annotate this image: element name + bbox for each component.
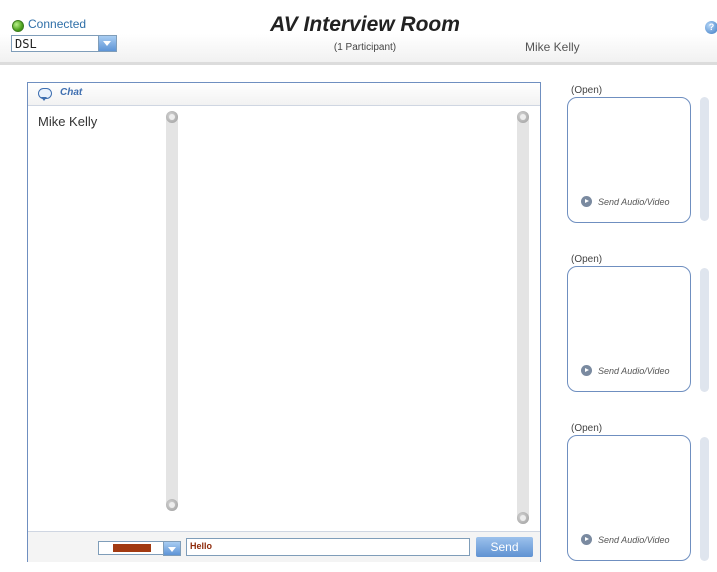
chat-input-bar: Hello Send	[28, 531, 540, 562]
video-slot-2-scrollbar[interactable]	[700, 268, 709, 392]
send-av-icon[interactable]	[581, 534, 592, 545]
send-button[interactable]: Send	[476, 537, 533, 557]
video-slot-2-label: (Open)	[571, 254, 603, 265]
send-av-link-1[interactable]: Send Audio/Video	[598, 197, 670, 207]
text-color-select[interactable]	[98, 541, 166, 555]
connection-speed-select[interactable]: DSL	[11, 35, 117, 52]
scroll-up-icon[interactable]	[166, 111, 178, 123]
video-slot-1-label: (Open)	[571, 85, 603, 96]
chevron-down-icon[interactable]	[163, 541, 181, 556]
send-av-link-3[interactable]: Send Audio/Video	[598, 535, 670, 545]
current-user-name: Mike Kelly	[525, 40, 580, 54]
text-color-swatch	[113, 544, 151, 552]
chat-panel-header: Chat	[28, 83, 540, 106]
video-slot-3-scrollbar[interactable]	[700, 437, 709, 561]
connection-speed-value: DSL	[15, 37, 37, 51]
chat-bubble-icon	[38, 88, 52, 101]
send-av-link-2[interactable]: Send Audio/Video	[598, 366, 670, 376]
send-av-icon[interactable]	[581, 365, 592, 376]
send-av-icon[interactable]	[581, 196, 592, 207]
chat-title: Chat	[60, 87, 83, 98]
scroll-down-icon[interactable]	[166, 499, 178, 511]
video-slot-3-label: (Open)	[571, 423, 603, 434]
scroll-up-icon[interactable]	[517, 111, 529, 123]
connected-status-icon	[12, 20, 24, 32]
participant-list-item[interactable]: Mike Kelly	[38, 114, 97, 129]
chat-message-input[interactable]: Hello	[186, 538, 470, 556]
help-icon[interactable]: ?	[705, 21, 717, 34]
participant-list-scrollbar[interactable]	[166, 111, 178, 511]
video-slot-1-scrollbar[interactable]	[700, 97, 709, 221]
scroll-down-icon[interactable]	[517, 512, 529, 524]
chevron-down-icon[interactable]	[98, 36, 116, 51]
room-title: AV Interview Room	[270, 13, 460, 36]
chat-messages-scrollbar[interactable]	[517, 111, 529, 524]
chat-panel: Chat Mike Kelly Hello Send	[27, 82, 541, 562]
participant-count: (1 Participant)	[333, 42, 397, 53]
chat-message-text: Hello	[190, 541, 213, 551]
connection-status: Connected	[28, 17, 87, 31]
